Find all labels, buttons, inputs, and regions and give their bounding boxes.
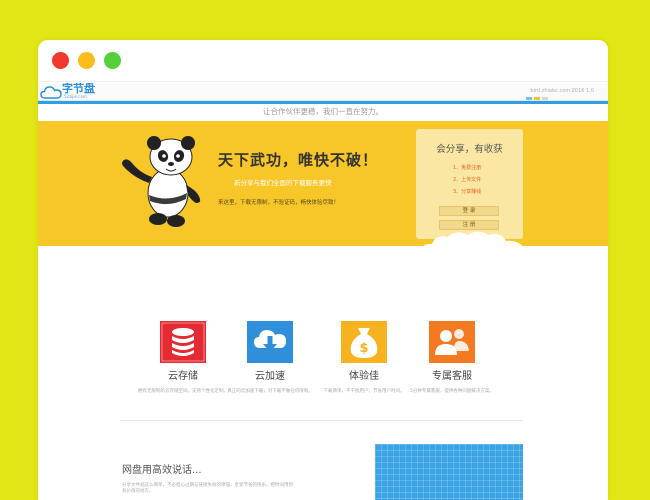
- hero-title: 天下武功，唯快不破！: [218, 151, 379, 169]
- maximize-window-button[interactable]: [104, 52, 121, 69]
- header-info-text: bird.zhiabc.com 2016 1.0: [530, 88, 594, 94]
- money-bag-icon: $: [341, 321, 387, 363]
- close-window-button[interactable]: [52, 52, 69, 69]
- site-logo[interactable]: 字节盘 52zijie.com: [40, 83, 100, 101]
- section-divider: [120, 420, 523, 421]
- login-step-item: 3、分享赚钱: [453, 189, 482, 195]
- cloud-decoration-icon: [423, 231, 523, 246]
- feature-description: 5分钟专属客服，提供各种问题解决方案。: [410, 389, 494, 394]
- bottom-section-title: 网盘用高效说话...: [122, 465, 202, 476]
- feature-label: 云存储: [168, 371, 198, 382]
- hero-banner: 天下武功，唯快不破！ 新分享与我们全面的下载服务更快 来这里，下载无限制，不验证…: [38, 121, 608, 246]
- feature-label: 体验佳: [349, 371, 379, 382]
- cloud-download-icon: [247, 321, 293, 363]
- hero-subtitle: 新分享与我们全面的下载服务更快: [234, 179, 332, 187]
- header-blue-bar: [38, 101, 608, 104]
- logo-subtext: 52zijie.com: [64, 94, 87, 99]
- feature-label: 专属客服: [432, 371, 472, 382]
- window-titlebar: [38, 40, 608, 82]
- promo-image: [375, 444, 523, 500]
- login-card-title: 会分享，有收获: [436, 144, 503, 155]
- login-button[interactable]: 登 录: [439, 206, 499, 216]
- browser-window: 字节盘 52zijie.com bird.zhiabc.com 2016 1.0…: [38, 40, 608, 500]
- header-color-dots: [526, 97, 548, 100]
- web-page: 字节盘 52zijie.com bird.zhiabc.com 2016 1.0…: [38, 83, 608, 500]
- site-header: 字节盘 52zijie.com bird.zhiabc.com 2016 1.0: [38, 83, 608, 101]
- login-card: 会分享，有收获 1、免费注册 2、上传文件 3、分享赚钱 登 录 注 册: [416, 129, 523, 239]
- minimize-window-button[interactable]: [78, 52, 95, 69]
- feature-label: 云加速: [255, 371, 285, 382]
- hero-description: 来这里，下载无限制，不验证码，畅快体验尽致！: [218, 200, 340, 206]
- feature-description: 真正的云加速下载，对下载不做任何限制。: [227, 389, 313, 394]
- login-step-item: 1、免费注册: [453, 165, 482, 171]
- database-icon: [160, 321, 206, 363]
- svg-text:$: $: [359, 341, 368, 356]
- bottom-section-description: 分享文件就这么简单，不必担心过期与链接失效的烦恼，享受节省的快乐，把时间用到有价…: [122, 483, 293, 494]
- feature-description: 下载简单，不干扰用户，节省用户时间。: [323, 389, 405, 394]
- customer-service-icon: [429, 321, 475, 363]
- login-steps-list: 1、免费注册 2、上传文件 3、分享赚钱: [453, 166, 481, 202]
- site-tagline: 让合作伙伴更稳，我们一直在努力。: [263, 107, 383, 116]
- kung-fu-panda-icon: [122, 136, 201, 227]
- feature-description: 拥有无限制的云存储空间，支持个性化定制。: [138, 389, 228, 394]
- login-step-item: 2、上传文件: [453, 177, 482, 183]
- cloud-logo-icon: [40, 86, 62, 99]
